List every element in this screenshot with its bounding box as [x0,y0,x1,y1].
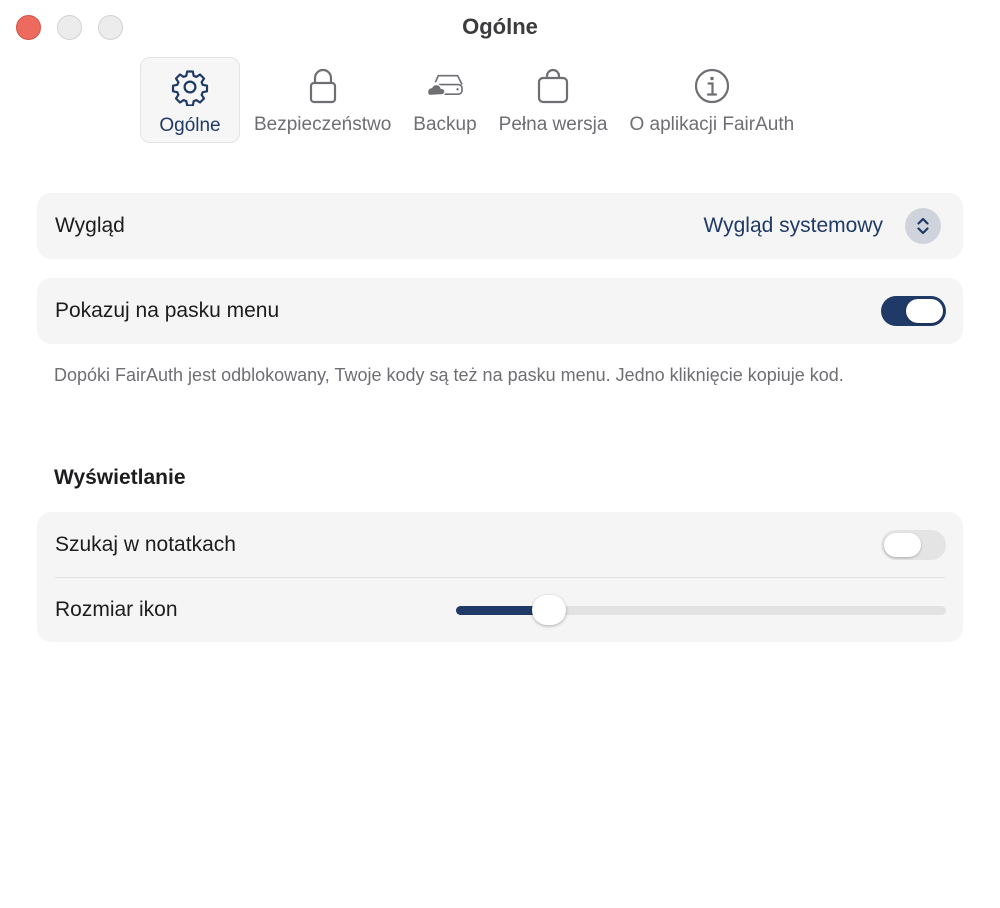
preferences-window: Ogólne Ogólne Bezpieczeństwo Backup Pełn… [0,0,1000,908]
menu-bar-card: Pokazuj na pasku menu [37,278,963,344]
appearance-popup[interactable]: Wygląd systemowy [703,208,941,244]
search-notes-label: Szukaj w notatkach [55,533,236,556]
display-card: Szukaj w notatkach Rozmiar ikon [37,512,963,642]
slider-thumb[interactable] [532,595,567,625]
icon-size-row: Rozmiar ikon [37,578,963,642]
tab-about[interactable]: O aplikacji FairAuth [621,57,802,143]
menu-bar-help-text: Dopóki FairAuth jest odblokowany, Twoje … [54,365,844,385]
gear-icon [170,67,210,107]
appearance-label: Wygląd [55,214,125,237]
lock-icon [303,66,343,106]
search-notes-row: Szukaj w notatkach [37,512,963,578]
window-title: Ogólne [462,14,538,39]
tab-full-version[interactable]: Pełna wersja [491,57,616,143]
search-notes-toggle[interactable] [881,530,946,560]
tab-general[interactable]: Ogólne [140,57,240,143]
tab-backup[interactable]: Backup [405,57,484,143]
icon-size-label: Rozmiar ikon [55,598,178,621]
display-section-header: Wyświetlanie [54,466,186,489]
tab-label: Bezpieczeństwo [254,114,392,135]
appearance-value: Wygląd systemowy [703,214,883,237]
icon-size-slider[interactable] [456,593,946,627]
toggle-knob [884,533,921,557]
tab-security[interactable]: Bezpieczeństwo [246,57,399,143]
tab-label: Ogólne [159,115,221,136]
toggle-knob [906,299,943,323]
chevron-up-down-icon [905,208,941,244]
cloud-drive-icon [425,66,465,106]
info-icon [692,66,732,106]
menu-bar-label: Pokazuj na pasku menu [55,299,280,322]
preferences-tabs: Ogólne Bezpieczeństwo Backup Pełna wersj… [140,57,802,143]
appearance-card: Wygląd Wygląd systemowy [37,193,963,259]
shopping-bag-icon [533,66,573,106]
tab-label: O aplikacji FairAuth [629,114,795,135]
tab-label: Backup [413,114,477,135]
tab-label: Pełna wersja [498,114,608,135]
appearance-row: Wygląd Wygląd systemowy [37,193,963,259]
menu-bar-toggle[interactable] [881,296,946,326]
menu-bar-row: Pokazuj na pasku menu [37,278,963,344]
